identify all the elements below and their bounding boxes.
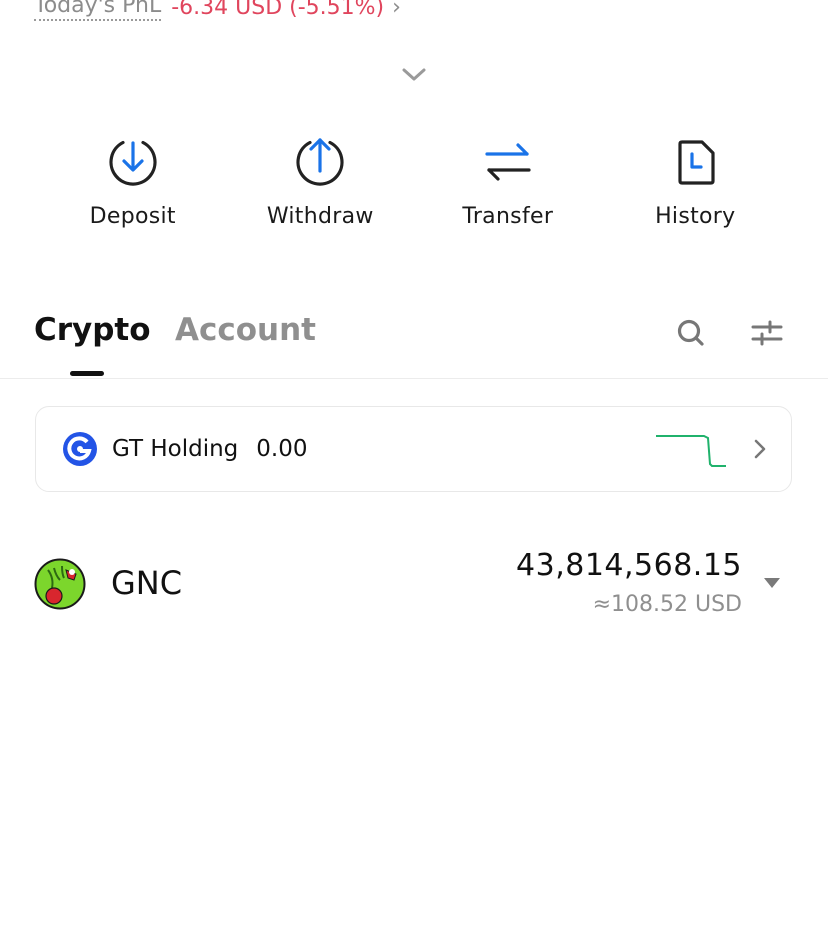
todays-pnl-row[interactable]: Today's PnL -6.34 USD (-5.51%) › [34, 0, 401, 24]
transfer-label: Transfer [462, 204, 554, 229]
history-button[interactable]: History [602, 134, 790, 229]
gt-holding-label: GT Holding [112, 436, 239, 462]
active-tab-indicator [70, 371, 104, 376]
asset-fiat-value: ≈108.52 USD [592, 592, 742, 617]
tab-crypto[interactable]: Crypto [34, 312, 151, 348]
pnl-value: -6.34 USD (-5.51%) [171, 0, 385, 20]
swap-arrows-icon [480, 134, 536, 190]
withdraw-button[interactable]: Withdraw [227, 134, 415, 229]
chevron-right-icon: › [392, 0, 401, 20]
asset-amount: 43,814,568.15 [516, 548, 742, 583]
gt-logo-icon [62, 431, 98, 467]
pnl-label: Today's PnL [34, 0, 162, 21]
search-icon[interactable] [674, 316, 708, 350]
withdraw-label: Withdraw [266, 204, 374, 229]
gt-sparkline [654, 432, 728, 472]
chevron-down-icon[interactable] [401, 66, 427, 84]
document-clock-icon [667, 134, 723, 190]
tab-account[interactable]: Account [175, 312, 316, 348]
transfer-button[interactable]: Transfer [414, 134, 602, 229]
asset-row-gnc[interactable]: GNC 43,814,568.15 ≈108.52 USD [34, 548, 794, 628]
gt-holding-value: 0.00 [256, 436, 308, 462]
caret-down-icon[interactable] [764, 578, 780, 588]
gt-holding-card[interactable]: GT Holding 0.00 [35, 406, 792, 492]
action-bar: Deposit Withdraw Transfer History [39, 134, 789, 229]
tabs-divider [0, 378, 828, 379]
deposit-label: Deposit [89, 204, 176, 229]
gnc-coin-icon [34, 558, 86, 610]
download-circle-icon [105, 134, 161, 190]
asset-tabs: Crypto Account [34, 310, 828, 380]
deposit-button[interactable]: Deposit [39, 134, 227, 229]
upload-circle-icon [292, 134, 348, 190]
history-label: History [655, 204, 736, 229]
filter-sliders-icon[interactable] [750, 316, 784, 350]
chevron-right-icon [753, 437, 767, 465]
asset-symbol: GNC [111, 564, 183, 602]
